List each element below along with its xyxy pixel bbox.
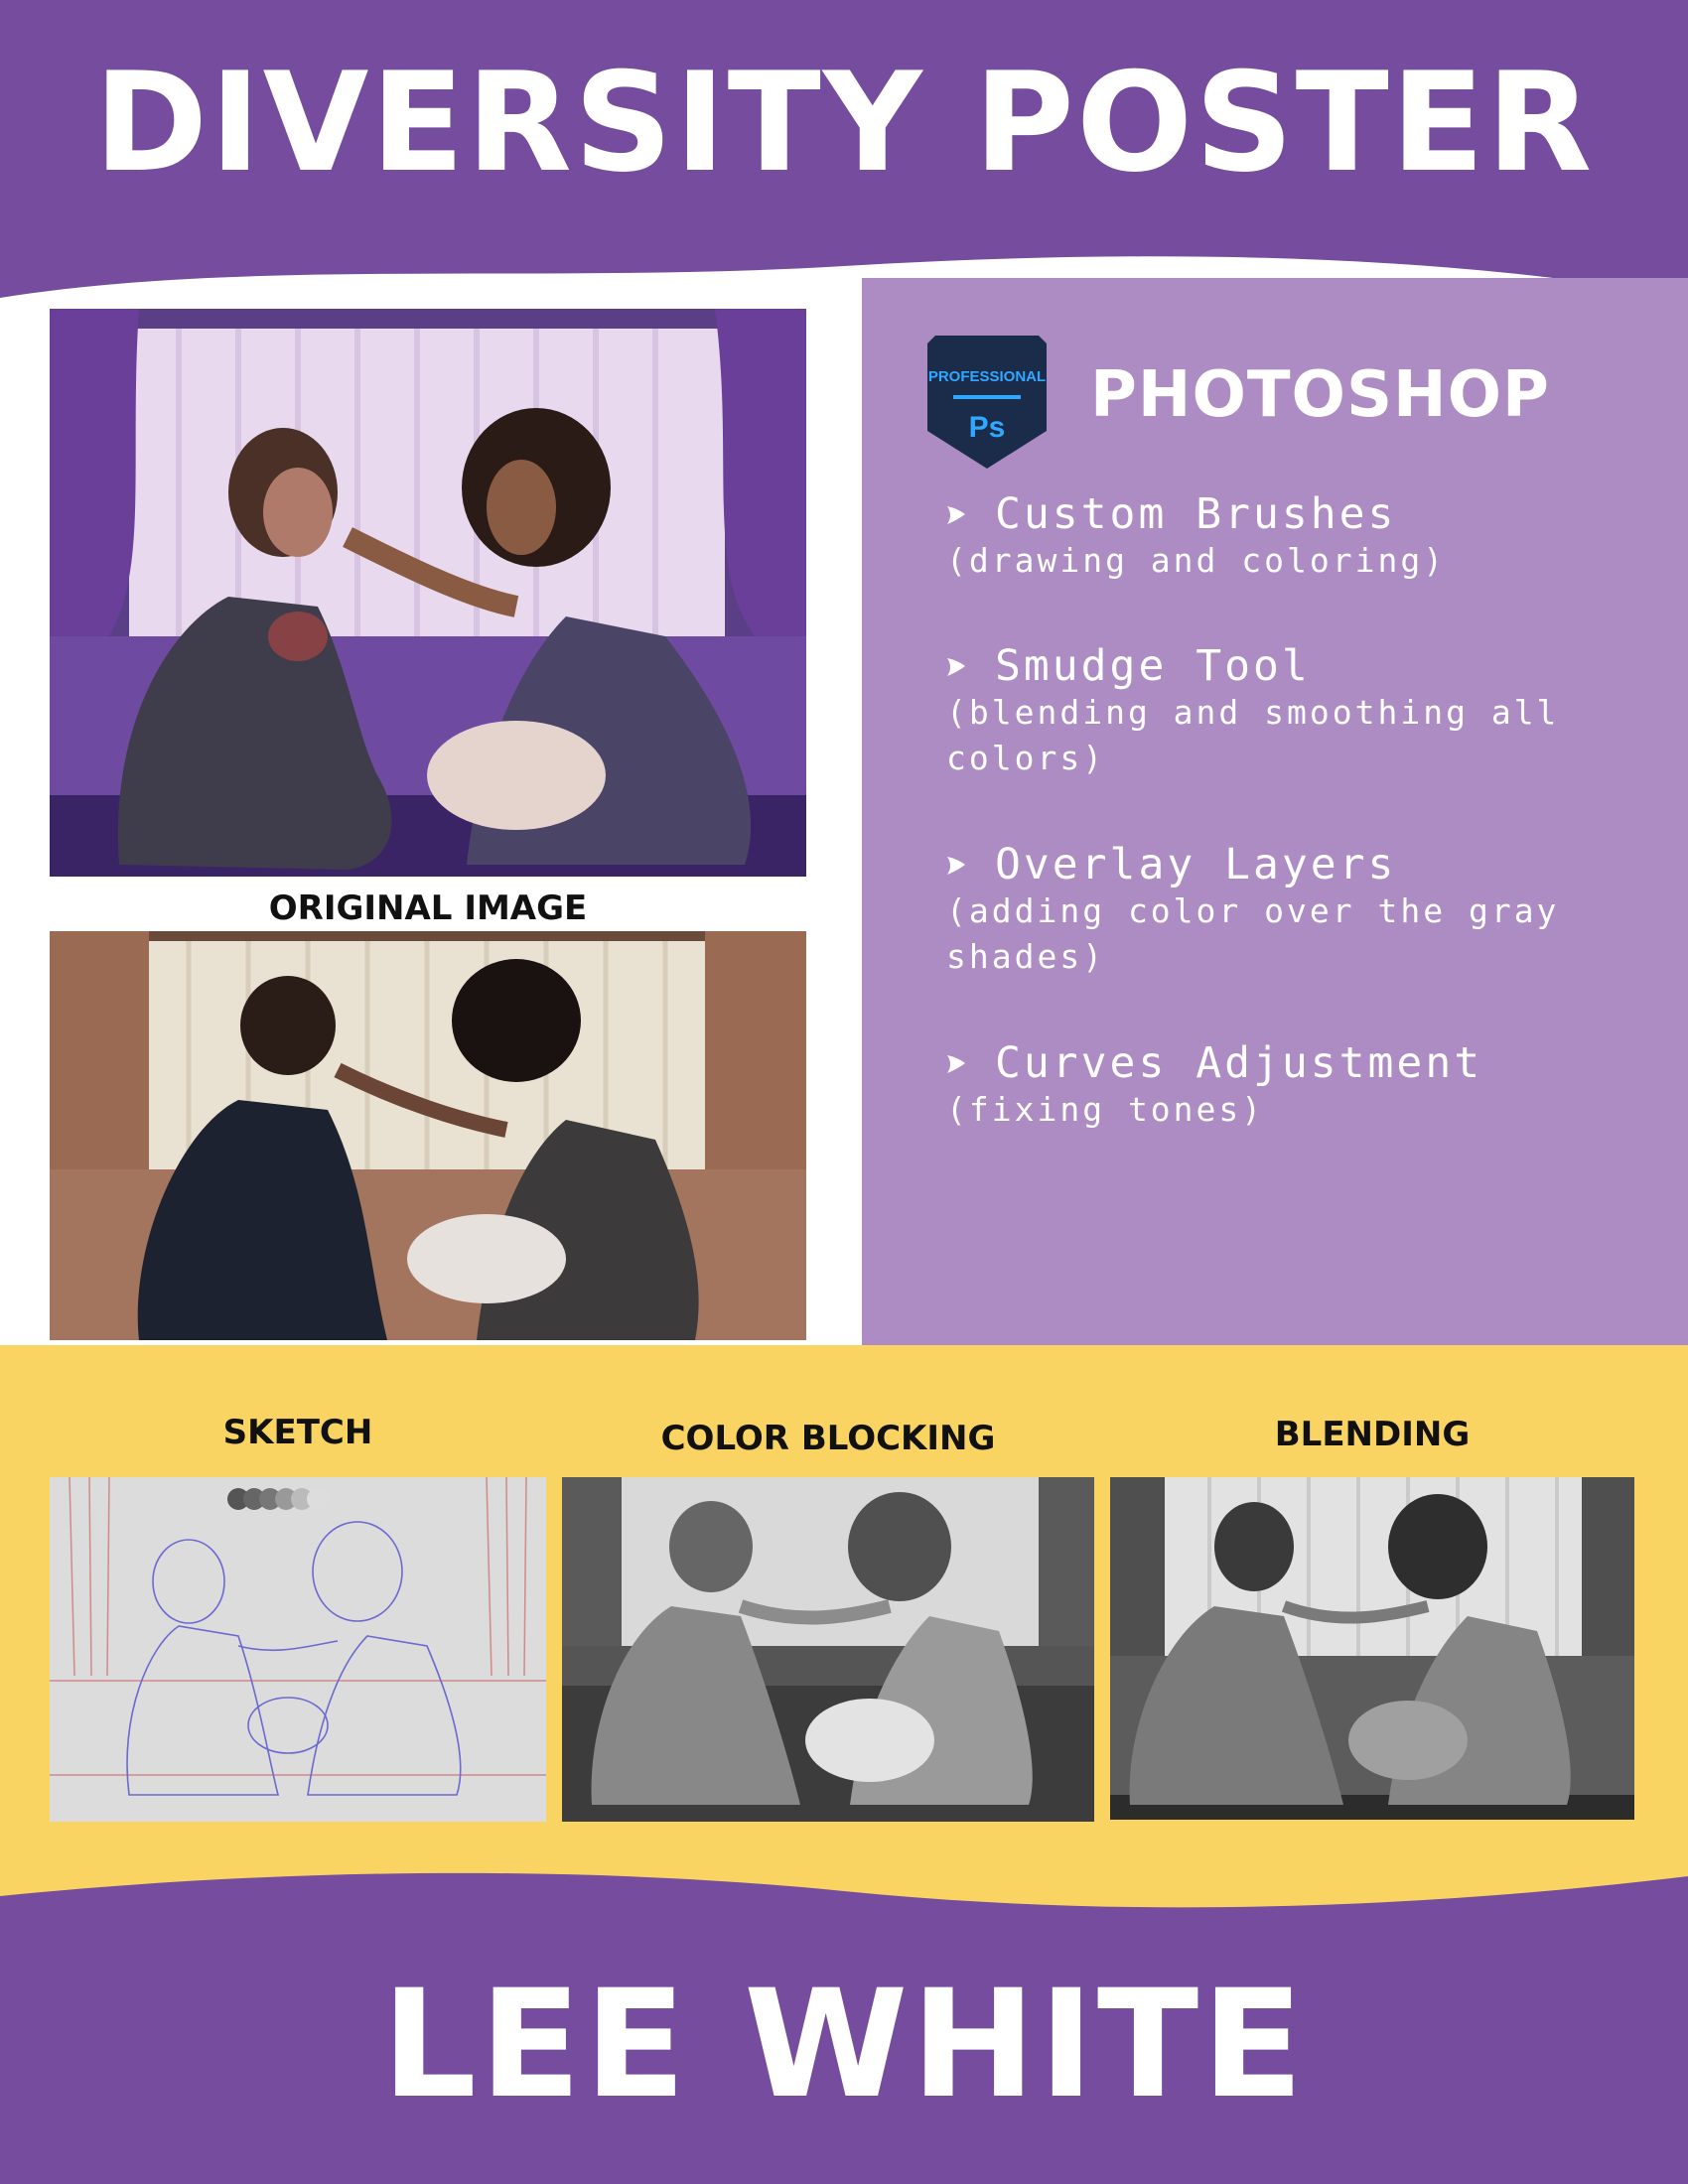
photoshop-badge-icon: PROFESSIONAL Ps (927, 336, 1047, 469)
author-name: LEE WHITE (381, 1959, 1307, 2131)
technique-title: Custom Brushes (995, 489, 1397, 539)
technique-title: Curves Adjustment (995, 1038, 1483, 1088)
technique-detail: (adding color over the gray shades) (946, 891, 1560, 977)
sketch-image (50, 1477, 546, 1822)
technique-item: Smudge Tool (blending and smoothing all … (943, 641, 1638, 782)
process-caption-color-blocking: COLOR BLOCKING (660, 1419, 996, 1458)
final-illustration (50, 309, 806, 877)
technique-detail: (fixing tones) (946, 1090, 1265, 1130)
yellow-band-top-wave (0, 1345, 1688, 1385)
bullet-arrow-icon (947, 657, 965, 676)
original-image-caption: ORIGINAL IMAGE (268, 888, 588, 928)
badge-ps-text: Ps (969, 411, 1006, 444)
technique-detail: (drawing and coloring) (946, 541, 1447, 581)
technique-item: Overlay Layers (adding color over the gr… (943, 840, 1638, 981)
bullet-arrow-icon (947, 856, 965, 875)
technique-title: Overlay Layers (995, 840, 1397, 889)
technique-title: Smudge Tool (995, 641, 1311, 691)
poster-title: DIVERSITY POSTER (93, 43, 1595, 203)
tool-title: PHOTOSHOP (1090, 358, 1550, 432)
technique-detail: (blending and smoothing all colors) (946, 693, 1560, 778)
original-photo (50, 931, 806, 1340)
color-blocking-image (562, 1477, 1094, 1822)
process-caption-blending: BLENDING (1274, 1415, 1471, 1454)
bullet-arrow-icon (947, 1054, 965, 1073)
bullet-arrow-icon (947, 505, 965, 524)
blending-image (1110, 1477, 1634, 1820)
badge-top-text: PROFESSIONAL (928, 368, 1046, 385)
technique-item: Curves Adjustment (fixing tones) (943, 1038, 1638, 1133)
process-caption-sketch: SKETCH (222, 1413, 373, 1452)
technique-item: Custom Brushes (drawing and coloring) (943, 489, 1638, 584)
